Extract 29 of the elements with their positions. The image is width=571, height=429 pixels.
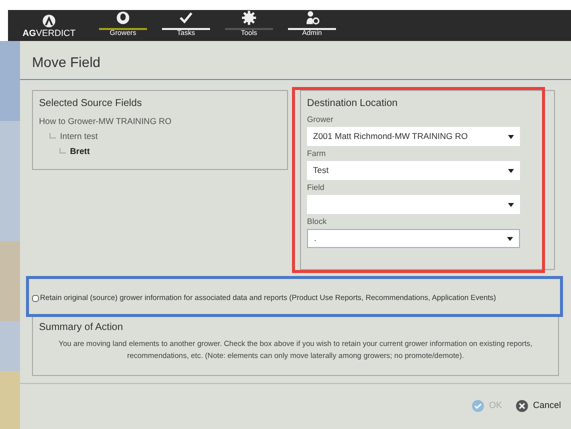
dropdown-value: .: [314, 232, 316, 245]
caret-icon: [508, 134, 514, 138]
close-icon: [516, 400, 528, 412]
panel-heading: Selected Source Fields: [39, 97, 143, 111]
caret-icon: [508, 168, 514, 172]
tree-item[interactable]: How to Grower-MW TRAINING RO: [39, 115, 172, 128]
caret-icon: [507, 236, 513, 240]
tree-item[interactable]: Brett: [70, 145, 90, 158]
dropdown[interactable]: Test: [307, 161, 520, 180]
checkbox[interactable]: [32, 294, 39, 302]
field-label: Field: [307, 182, 326, 194]
panel-heading: Destination Location: [307, 97, 399, 111]
dropdown-value: Test: [313, 164, 329, 177]
cancel-button[interactable]: Cancel: [516, 398, 561, 412]
panel-heading: Summary of Action: [39, 321, 124, 335]
caret-icon: [508, 202, 514, 206]
check-icon: [472, 400, 484, 412]
dropdown[interactable]: Z001 Matt Richmond-MW TRAINING RO: [307, 127, 520, 146]
dropdown-value: Z001 Matt Richmond-MW TRAINING RO: [313, 130, 468, 143]
field-label: Block: [307, 216, 328, 228]
brand-name: AGVERDICT: [22, 28, 76, 38]
field-label: Farm: [307, 148, 327, 160]
dropdown[interactable]: .: [307, 229, 520, 248]
logo-icon: [42, 14, 56, 28]
gear-icon: [240, 10, 258, 26]
check-icon: [177, 10, 195, 26]
tree-item[interactable]: Intern test: [60, 130, 98, 143]
dialog-title: Move Field: [32, 53, 100, 72]
field-label: Grower: [307, 114, 334, 126]
